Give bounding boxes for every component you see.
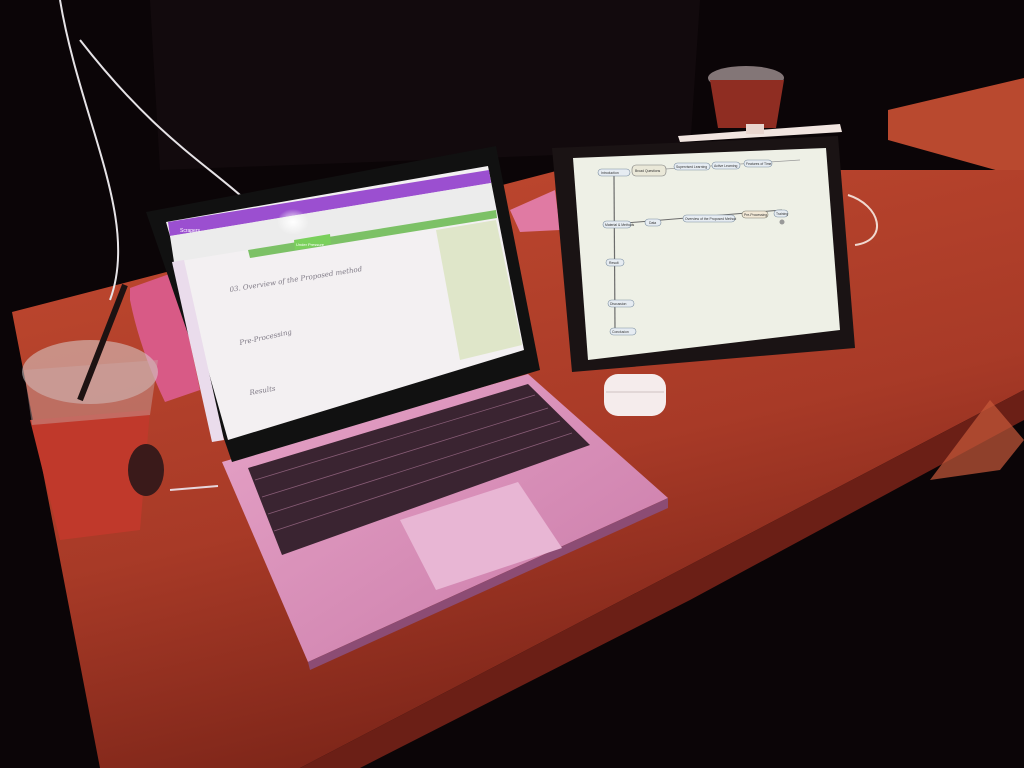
svg-text:Supervised Learning: Supervised Learning	[676, 165, 707, 169]
svg-text:Active Learning: Active Learning	[714, 164, 737, 168]
node-broad-questions: Broad Questions	[631, 164, 667, 177]
app-menu: Scrapers	[180, 228, 201, 234]
node-supervised-learning: Supervised Learning	[673, 162, 711, 171]
svg-text:Material & Methods: Material & Methods	[605, 223, 635, 227]
svg-text:Broad Questions: Broad Questions	[635, 169, 661, 173]
node-data: Data	[644, 218, 662, 227]
node-training: Training	[773, 209, 789, 218]
node-conclusion: Conclusion	[609, 327, 637, 336]
svg-text:Introduction: Introduction	[601, 171, 619, 175]
svg-text:Discussion: Discussion	[610, 302, 627, 306]
svg-text:Data: Data	[649, 221, 656, 225]
svg-text:Overview of the Proposed Metho: Overview of the Proposed Method	[685, 217, 736, 221]
airpods-case	[604, 374, 666, 416]
node-introduction: Introduction	[597, 168, 631, 177]
node-features-of-time: Features of Time	[743, 159, 773, 168]
node-overview: Overview of the Proposed Method	[682, 214, 736, 223]
node-pre-processing: Pre-Processing	[741, 210, 769, 219]
svg-text:Training: Training	[776, 212, 788, 216]
node-active-learning: Active Learning	[711, 161, 741, 170]
node-discussion: Discussion	[607, 299, 635, 308]
node-result: Result	[605, 258, 625, 267]
ipad-tablet	[552, 136, 855, 372]
node-material-methods: Material & Methods	[602, 220, 635, 229]
svg-text:Under Pressure: Under Pressure	[296, 242, 325, 247]
iced-drink-cup-back	[708, 66, 784, 128]
svg-text:Pre-Processing: Pre-Processing	[744, 213, 767, 217]
svg-text:Result: Result	[609, 261, 619, 265]
svg-text:Features of Time: Features of Time	[746, 162, 772, 166]
svg-text:Conclusion: Conclusion	[612, 330, 629, 334]
desk-scene: Introduction Broad Questions Supervised …	[0, 0, 1024, 768]
